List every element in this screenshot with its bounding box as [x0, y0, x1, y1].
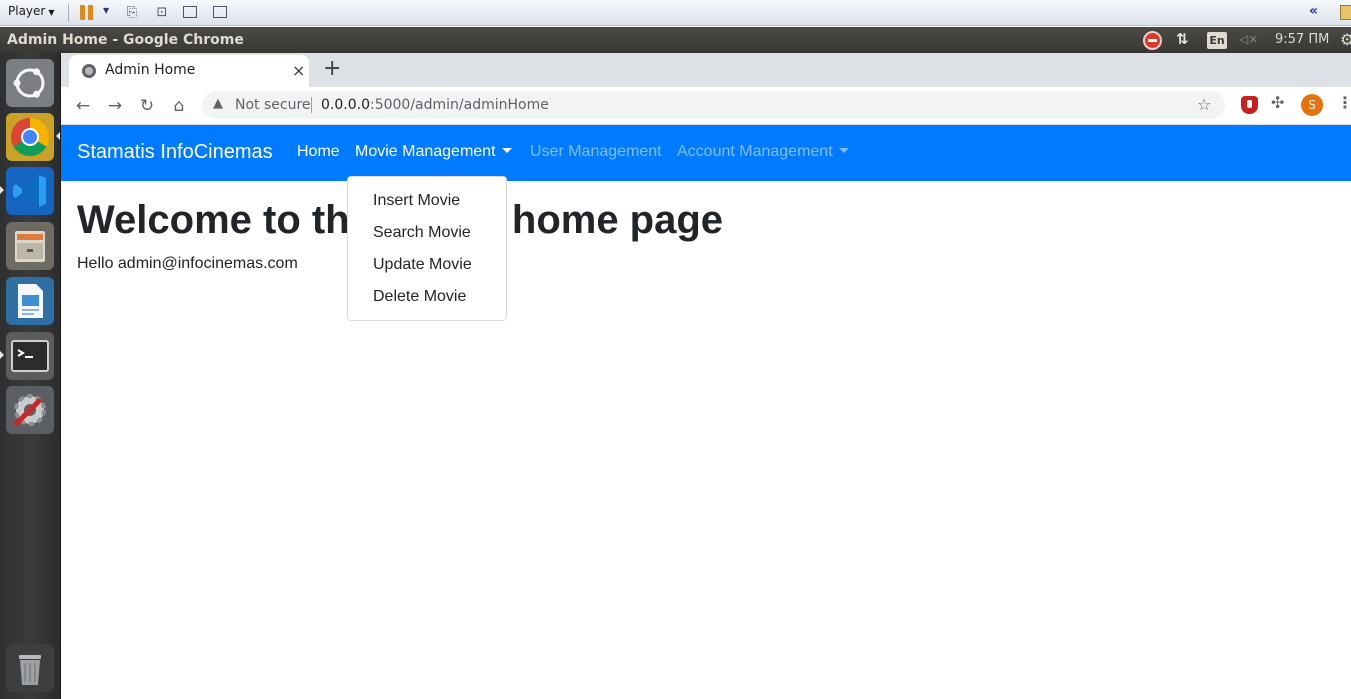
collapse-icon[interactable]: «: [1309, 3, 1318, 19]
vm-player-toolbar: Player ▼ ▼ ⎘ ⊡ «: [0, 0, 1351, 26]
active-indicator: [56, 132, 60, 140]
forward-arrow-icon[interactable]: →: [102, 93, 128, 119]
library-icon[interactable]: [1340, 5, 1351, 20]
chrome-icon[interactable]: [6, 113, 54, 161]
url-text[interactable]: 0.0.0.0:5000/admin/adminHome: [321, 97, 549, 113]
greeting-text: Hello admin@infocinemas.com: [77, 255, 298, 272]
volume-muted-icon[interactable]: ◁×: [1239, 32, 1258, 46]
url-host: 0.0.0.0: [321, 97, 370, 113]
running-indicator: [0, 351, 4, 359]
nav-account-management-label: Account Management: [677, 143, 833, 160]
security-label[interactable]: Not secure: [235, 97, 311, 113]
url-path: :5000/admin/adminHome: [369, 97, 549, 113]
nav-account-management[interactable]: Account Management: [677, 143, 849, 161]
player-menu[interactable]: Player ▼: [8, 4, 55, 18]
do-not-disturb-icon[interactable]: [1143, 31, 1162, 50]
address-divider: [311, 97, 312, 113]
web-page: Stamatis InfoCinemas Home Movie Manageme…: [61, 125, 1351, 699]
fullscreen-icon[interactable]: [181, 4, 199, 21]
dropdown-item-search-movie[interactable]: Search Movie: [348, 217, 506, 249]
globe-icon: [82, 64, 96, 78]
os-top-panel: Admin Home - Google Chrome ⇅ En ◁× 9:57 …: [0, 27, 1351, 53]
caret-down-icon: [501, 148, 512, 153]
system-settings-icon[interactable]: [6, 386, 54, 434]
close-icon[interactable]: ×: [292, 61, 305, 80]
tab-title: Admin Home: [105, 62, 196, 78]
toolbar-divider: [68, 4, 69, 22]
home-icon[interactable]: ⌂: [166, 93, 192, 119]
address-bar[interactable]: ▲ Not secure 0.0.0.0:5000/admin/adminHom…: [202, 91, 1225, 119]
ubuntu-dash-icon[interactable]: [6, 59, 54, 107]
movie-management-dropdown: Insert Movie Search Movie Update Movie D…: [347, 176, 507, 321]
trash-icon[interactable]: [6, 644, 54, 692]
removable-devices-icon[interactable]: ⊡: [153, 4, 171, 21]
clock[interactable]: 9:57 ПМ: [1275, 32, 1329, 47]
send-ctrl-alt-del-icon[interactable]: ⎘: [123, 4, 141, 21]
navbar-brand[interactable]: Stamatis InfoCinemas: [77, 141, 273, 164]
network-icon[interactable]: ⇅: [1176, 30, 1189, 48]
nav-movie-management-label: Movie Management: [355, 143, 496, 160]
site-navbar: Stamatis InfoCinemas Home Movie Manageme…: [61, 125, 1351, 181]
unity-mode-icon[interactable]: [211, 4, 229, 21]
window-title: Admin Home - Google Chrome: [7, 32, 244, 48]
chevron-down-icon[interactable]: ▼: [103, 6, 109, 15]
terminal-icon[interactable]: [6, 332, 54, 380]
adblock-extension-icon[interactable]: [1241, 96, 1258, 114]
player-menu-label: Player: [8, 4, 46, 18]
libreoffice-impress-icon[interactable]: [6, 277, 54, 325]
dropdown-item-insert-movie[interactable]: Insert Movie: [348, 185, 506, 217]
tab-admin-home[interactable]: Admin Home ×: [69, 55, 309, 87]
pause-icon[interactable]: [80, 5, 93, 20]
extensions-puzzle-icon[interactable]: ✣: [1271, 93, 1284, 112]
profile-avatar[interactable]: S: [1301, 94, 1323, 116]
files-icon[interactable]: [6, 222, 54, 270]
vscode-icon[interactable]: [6, 167, 54, 215]
dropdown-item-delete-movie[interactable]: Delete Movie: [348, 281, 506, 313]
bookmark-star-icon[interactable]: ☆: [1197, 95, 1211, 114]
keyboard-layout-indicator[interactable]: En: [1207, 32, 1227, 49]
new-tab-button[interactable]: +: [323, 56, 341, 81]
more-menu-icon[interactable]: ⋮: [1337, 93, 1351, 112]
nav-user-management[interactable]: User Management: [530, 143, 662, 161]
warning-icon[interactable]: ▲: [213, 96, 223, 111]
back-arrow-icon[interactable]: ←: [70, 93, 96, 119]
nav-home[interactable]: Home: [297, 143, 340, 161]
chevron-down-icon: ▼: [48, 8, 55, 17]
running-indicator: [0, 186, 4, 194]
browser-toolbar: ← → ↻ ⌂ ▲ Not secure 0.0.0.0:5000/admin/…: [61, 87, 1351, 125]
app-launcher: [0, 53, 61, 699]
caret-down-icon: [838, 148, 849, 153]
nav-movie-management[interactable]: Movie Management: [355, 143, 512, 161]
dropdown-item-update-movie[interactable]: Update Movie: [348, 249, 506, 281]
reload-icon[interactable]: ↻: [134, 93, 160, 119]
tab-strip: Admin Home × +: [61, 53, 1351, 87]
settings-gear-icon[interactable]: ⚙: [1340, 30, 1351, 49]
